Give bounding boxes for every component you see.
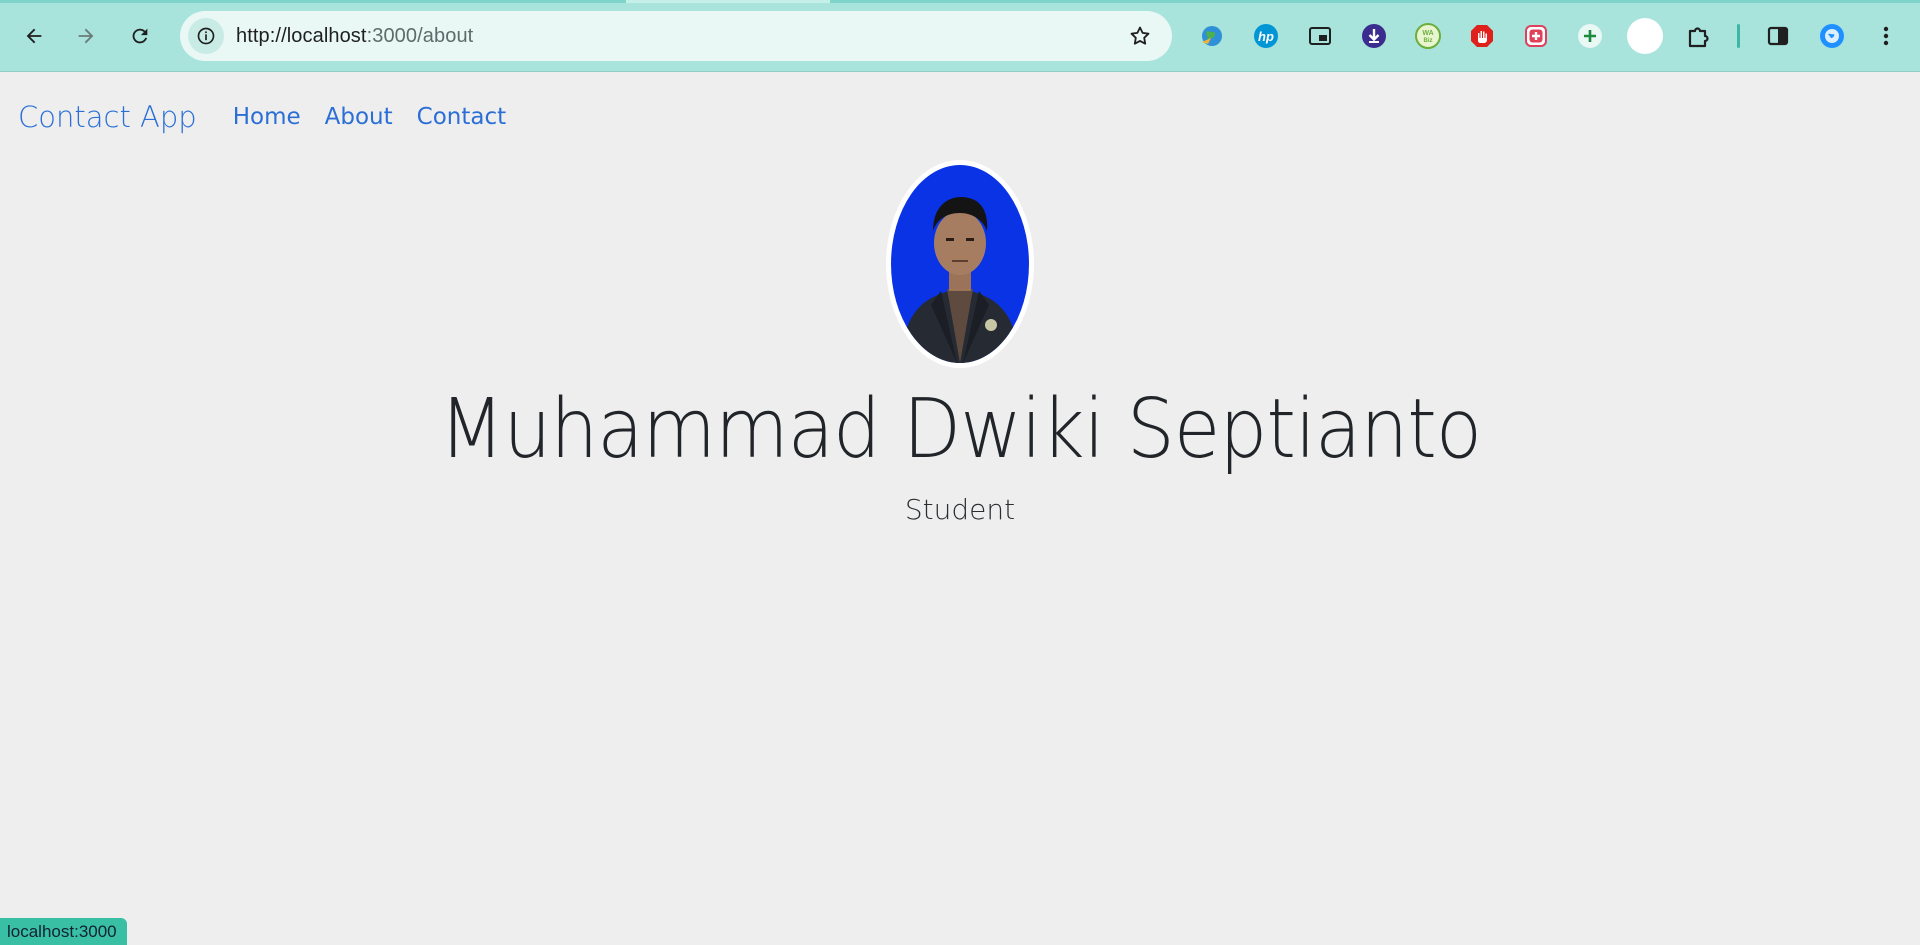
picture-in-picture-icon[interactable] xyxy=(1304,20,1336,52)
forward-button[interactable] xyxy=(66,16,106,56)
nav-about-link[interactable]: About xyxy=(325,104,393,130)
back-arrow-icon xyxy=(26,28,42,44)
hp-icon[interactable]: hp xyxy=(1250,20,1282,52)
reload-icon xyxy=(132,28,148,44)
info-icon xyxy=(197,27,215,45)
toolbar-divider xyxy=(1737,24,1740,48)
profile-section: Muhammad Dwiki Septianto Student xyxy=(0,160,1920,526)
url-path: :3000/about xyxy=(366,24,474,47)
profile-role: Student xyxy=(904,493,1016,526)
add-green-icon[interactable] xyxy=(1574,20,1606,52)
status-bar-url: localhost:3000 xyxy=(0,918,127,945)
brand-link[interactable]: Contact App xyxy=(18,100,197,134)
site-navbar: Contact App Home About Contact xyxy=(0,73,1920,161)
kebab-menu-icon[interactable] xyxy=(1870,20,1902,52)
bookmark-star-icon[interactable] xyxy=(1128,24,1152,48)
nav-home-link[interactable]: Home xyxy=(233,104,301,130)
avatar xyxy=(886,160,1034,368)
url-text[interactable]: http://localhost:3000/about xyxy=(236,25,473,48)
reload-button[interactable] xyxy=(120,16,160,56)
download-manager-icon[interactable] xyxy=(1358,20,1390,52)
nav-contact-link[interactable]: Contact xyxy=(417,104,506,130)
browser-toolbar: http://localhost:3000/about hp WA Biz xyxy=(0,0,1920,72)
tabstrip-accent xyxy=(0,0,1920,3)
nav-links: Home About Contact xyxy=(233,104,506,130)
puzzle-extensions-icon[interactable] xyxy=(1682,20,1714,52)
back-button[interactable] xyxy=(14,16,54,56)
medical-plus-icon[interactable] xyxy=(1520,20,1552,52)
earth-globe-icon[interactable] xyxy=(1196,20,1228,52)
profile-photo xyxy=(891,165,1029,363)
profile-circle-icon[interactable] xyxy=(1626,17,1664,55)
adblock-hand-icon[interactable] xyxy=(1466,20,1498,52)
side-panel-icon[interactable] xyxy=(1762,20,1794,52)
svg-text:hp: hp xyxy=(1258,29,1274,44)
wa-biz-icon[interactable]: WA Biz xyxy=(1412,20,1444,52)
site-info-button[interactable] xyxy=(188,18,224,54)
vpn-globe-icon[interactable] xyxy=(1816,20,1848,52)
svg-text:WA: WA xyxy=(1422,30,1433,37)
forward-arrow-icon xyxy=(78,28,94,44)
address-bar[interactable]: http://localhost:3000/about xyxy=(180,11,1172,61)
profile-name: Muhammad Dwiki Septianto xyxy=(439,382,1482,477)
svg-text:Biz: Biz xyxy=(1424,38,1433,44)
url-host: http://localhost xyxy=(236,24,367,47)
